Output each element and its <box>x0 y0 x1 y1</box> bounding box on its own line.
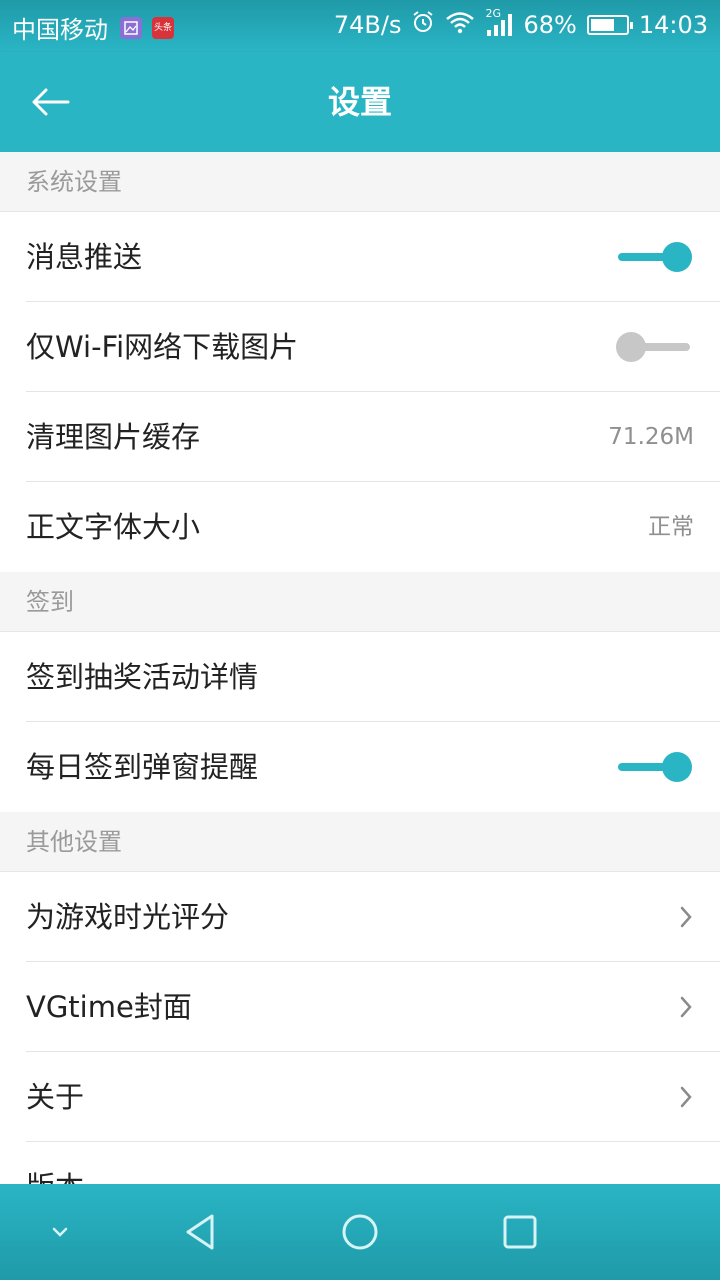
daily-checkin-reminder-toggle[interactable] <box>616 752 692 782</box>
network-type-label: 2G <box>485 7 502 20</box>
status-bar: 中国移动 头条 74B/s 2G 68% 14:03 <box>0 0 720 52</box>
app-bar: 设置 <box>0 52 720 152</box>
home-circle-icon <box>342 1214 378 1250</box>
battery-fill <box>590 19 614 31</box>
row-label: 每日签到弹窗提醒 <box>26 750 259 784</box>
cellular-signal-icon: 2G <box>485 7 513 37</box>
wifi-icon <box>445 10 475 40</box>
row-rate-app[interactable]: 为游戏时光评分 <box>0 872 720 962</box>
row-vgtime-cover[interactable]: VGtime封面 <box>0 962 720 1052</box>
news-app-icon-text: 头条 <box>153 22 172 33</box>
chevron-down-icon <box>52 1227 68 1237</box>
section-header-other: 其他设置 <box>0 812 720 872</box>
chevron-right-icon <box>680 996 692 1018</box>
battery-icon <box>586 15 633 35</box>
recents-square-icon <box>503 1215 537 1249</box>
nav-recents-button[interactable] <box>496 1208 544 1256</box>
row-label: 消息推送 <box>26 240 143 274</box>
row-label: 为游戏时光评分 <box>26 900 230 934</box>
push-notifications-toggle[interactable] <box>616 242 692 272</box>
battery-percent: 68% <box>523 11 577 39</box>
font-size-value: 正常 <box>648 514 694 540</box>
row-label: 关于 <box>26 1080 85 1114</box>
back-button[interactable] <box>30 82 74 122</box>
hide-nav-button[interactable] <box>36 1208 84 1256</box>
chevron-right-icon <box>680 906 692 928</box>
chevron-right-icon <box>680 1086 692 1108</box>
nav-back-button[interactable] <box>176 1208 224 1256</box>
row-wifi-only-images[interactable]: 仅Wi-Fi网络下载图片 <box>0 302 720 392</box>
news-app-notification-icon: 头条 <box>152 16 174 39</box>
row-label: 仅Wi-Fi网络下载图片 <box>26 330 299 364</box>
arrow-left-icon <box>32 88 70 116</box>
page-title: 设置 <box>327 83 392 121</box>
back-triangle-icon <box>186 1214 214 1250</box>
row-checkin-lottery-details[interactable]: 签到抽奖活动详情 <box>0 632 720 722</box>
row-push-notifications[interactable]: 消息推送 <box>0 212 720 302</box>
section-header-checkin: 签到 <box>0 572 720 632</box>
section-header-system: 系统设置 <box>0 152 720 212</box>
row-label: 正文字体大小 <box>26 510 201 544</box>
row-daily-checkin-reminder[interactable]: 每日签到弹窗提醒 <box>0 722 720 812</box>
row-label: 版本 <box>26 1142 84 1184</box>
network-speed: 74B/s <box>333 11 402 39</box>
system-nav-bar <box>0 1184 720 1280</box>
row-clear-image-cache[interactable]: 清理图片缓存 71.26M <box>0 392 720 482</box>
cache-size-value: 71.26M <box>608 424 694 450</box>
row-version[interactable]: 版本 <box>0 1142 720 1184</box>
nav-home-button[interactable] <box>336 1208 384 1256</box>
row-label: VGtime封面 <box>26 990 192 1024</box>
carrier-name: 中国移动 <box>12 16 108 44</box>
row-about[interactable]: 关于 <box>0 1052 720 1142</box>
gallery-notification-icon <box>120 16 142 39</box>
row-label: 清理图片缓存 <box>26 420 201 454</box>
wifi-only-images-toggle[interactable] <box>616 332 692 362</box>
row-font-size[interactable]: 正文字体大小 正常 <box>0 482 720 572</box>
clock: 14:03 <box>638 11 708 39</box>
settings-list: 系统设置 消息推送 仅Wi-Fi网络下载图片 清理图片缓存 71.26M 正文字… <box>0 152 720 1184</box>
row-label: 签到抽奖活动详情 <box>26 660 259 694</box>
alarm-icon <box>411 10 435 40</box>
